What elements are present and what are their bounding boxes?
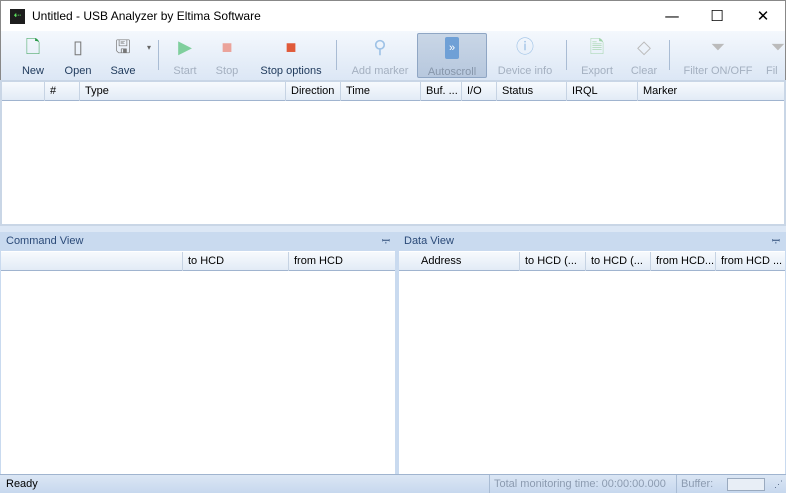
filter-icon: ⏷ [710, 37, 726, 57]
column-header-irql[interactable]: IRQL [566, 82, 637, 101]
column-header-to-hcd-2[interactable]: to HCD (... [585, 252, 650, 271]
column-header-from-hcd-2[interactable]: from HCD ... [715, 252, 785, 271]
minimize-button[interactable]: — [649, 1, 695, 32]
column-header[interactable] [2, 82, 44, 101]
column-header-direction[interactable]: Direction [285, 82, 340, 101]
export-button[interactable]: 🗎 Export [576, 33, 618, 78]
stop-button[interactable]: ■ Stop [210, 33, 244, 78]
window-title: Untitled - USB Analyzer by Eltima Softwa… [32, 9, 261, 23]
buffer-label: Buffer: [676, 475, 713, 493]
stop-options-icon: ■ [285, 37, 297, 57]
separator [669, 40, 670, 70]
marker-icon: ⚲ [373, 37, 387, 57]
clear-button[interactable]: ◇ Clear [625, 33, 663, 78]
status-text: Ready [6, 478, 38, 490]
column-header-to-hcd[interactable]: to HCD (... [519, 252, 585, 271]
pin-icon[interactable]: ꟷ̩ [382, 232, 390, 251]
packet-table-header: # Type Direction Time Buf. ... I/O Statu… [2, 82, 784, 101]
app-icon: ⇠ [10, 9, 25, 24]
command-view-header: to HCD from HCD [1, 252, 395, 271]
autoscroll-button[interactable]: » Autoscroll [417, 33, 487, 78]
data-view-title: Data View ꟷ̩ [399, 232, 785, 251]
export-icon: 🗎 [589, 37, 605, 57]
column-header-to-hcd[interactable]: to HCD [182, 252, 288, 271]
stop-options-button[interactable]: ■ Stop options [254, 33, 328, 78]
eraser-icon: ◇ [637, 37, 651, 57]
save-button[interactable]: 🖫 Save [104, 33, 142, 78]
command-view-panel: Command View ꟷ̩ to HCD from HCD [0, 232, 395, 474]
filter-toggle-button[interactable]: ⏷ Filter ON/OFF [679, 33, 757, 78]
column-header-from-hcd[interactable]: from HCD [288, 252, 396, 271]
add-marker-button[interactable]: ⚲ Add marker [346, 33, 414, 78]
column-header-type[interactable]: Type [79, 82, 285, 101]
separator [566, 40, 567, 70]
filter-settings-button[interactable]: ⏷ Fil [766, 33, 786, 78]
data-view-panel: Data View ꟷ̩ Address to HCD (... to HCD (… [399, 232, 786, 474]
start-button[interactable]: ▶ Start [168, 33, 202, 78]
column-header-buffer[interactable]: Buf. ... [420, 82, 461, 101]
close-button[interactable]: ✕ [740, 1, 786, 32]
autoscroll-icon: » [445, 37, 459, 59]
play-icon: ▶ [178, 37, 192, 57]
status-bar: Ready Total monitoring time: 00:00:00.00… [0, 474, 786, 493]
new-button[interactable]: 🗋 New [13, 33, 53, 78]
pin-icon[interactable]: ꟷ̩ [772, 232, 780, 251]
column-header-from-hcd[interactable]: from HCD... [650, 252, 715, 271]
stop-icon: ■ [221, 37, 233, 57]
new-file-icon: 🗋 [25, 37, 41, 57]
data-view-header: Address to HCD (... to HCD (... from HCD… [399, 252, 785, 271]
device-info-button[interactable]: ⓘ Device info [493, 33, 557, 78]
command-view-title: Command View ꟷ̩ [1, 232, 395, 251]
separator [158, 40, 159, 70]
separator [336, 40, 337, 70]
column-header-address[interactable]: Address [399, 252, 519, 271]
toolbar: 🗋 New ▯ Open 🖫 Save ▾ ▶ Start ■ Stop ■ Stop op… [0, 31, 786, 80]
open-icon: ▯ [73, 37, 83, 57]
title-bar: ⇠ Untitled - USB Analyzer by Eltima Soft… [0, 0, 786, 31]
buffer-progress-bar [727, 478, 765, 491]
column-header-time[interactable]: Time [340, 82, 420, 101]
save-icon: 🖫 [115, 37, 131, 57]
maximize-button[interactable]: ☐ [694, 1, 740, 32]
column-header-status[interactable]: Status [496, 82, 566, 101]
monitoring-time: Total monitoring time: 00:00:00.000 [489, 475, 666, 493]
resize-grip-icon[interactable]: ⋰ [774, 475, 783, 493]
filter-icon: ⏷ [770, 37, 786, 57]
info-icon: ⓘ [516, 37, 534, 57]
column-header-io[interactable]: I/O [461, 82, 496, 101]
column-header-marker[interactable]: Marker [637, 82, 784, 101]
column-header[interactable] [1, 252, 182, 271]
open-button[interactable]: ▯ Open [59, 33, 97, 78]
column-header-number[interactable]: # [44, 82, 79, 101]
packet-table[interactable]: # Type Direction Time Buf. ... I/O Statu… [0, 80, 786, 226]
